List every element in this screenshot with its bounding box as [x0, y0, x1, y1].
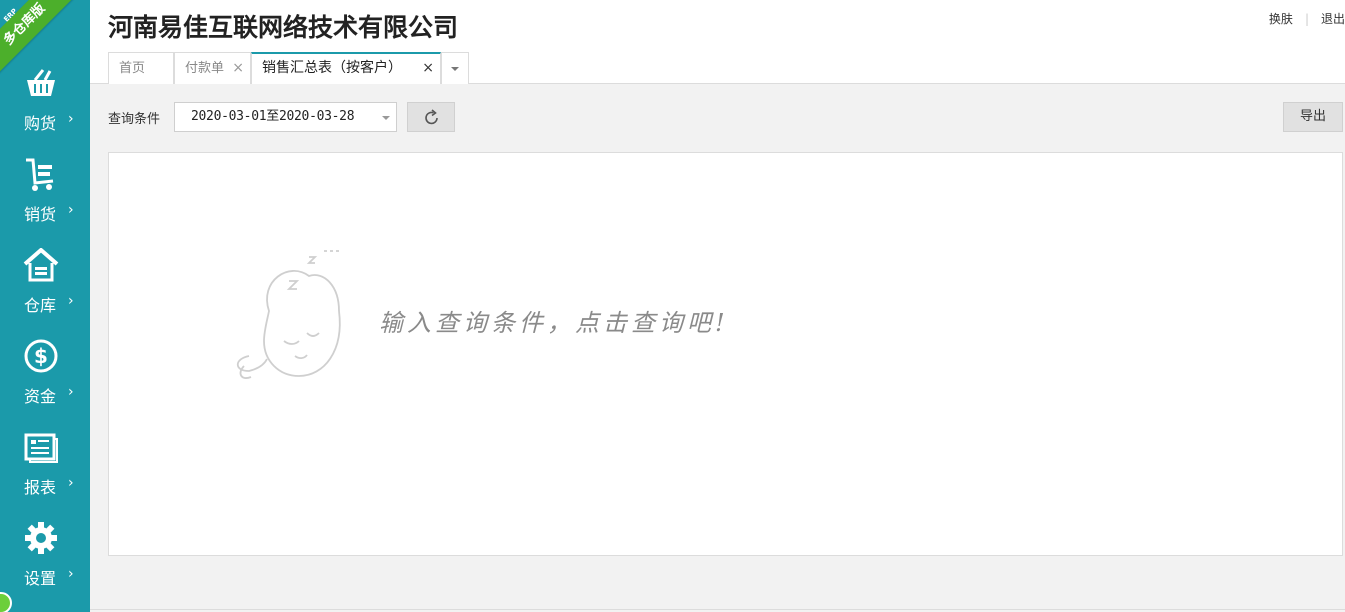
date-range-select[interactable]: 2020-03-01至2020-03-28: [174, 102, 397, 132]
tab-label: 销售汇总表（按客户）: [262, 60, 402, 76]
sidebar-item-purchase[interactable]: 购货 ›: [0, 66, 90, 146]
tab-payment[interactable]: 付款单 ×: [174, 52, 251, 84]
tab-sales-summary[interactable]: 销售汇总表（按客户） ×: [251, 52, 441, 84]
chevron-right-icon: ›: [68, 475, 74, 491]
sidebar-item-label: 仓库: [24, 296, 57, 315]
refresh-button[interactable]: [407, 102, 455, 132]
sidebar-item-label: 购货: [24, 114, 57, 133]
tab-label: 付款单: [185, 61, 225, 76]
chevron-right-icon: ›: [68, 384, 74, 400]
svg-text:$: $: [34, 344, 48, 368]
chevron-right-icon: ›: [68, 293, 74, 309]
dollar-icon: $: [24, 339, 58, 373]
top-links: 换肤 | 退出: [1269, 10, 1345, 27]
export-button[interactable]: 导出: [1283, 102, 1343, 132]
sidebar-item-reports[interactable]: 报表 ›: [0, 430, 90, 510]
tab-home[interactable]: 首页: [108, 52, 174, 84]
sidebar-item-sales[interactable]: 销货 ›: [0, 157, 90, 237]
chevron-right-icon: ›: [68, 202, 74, 218]
refresh-icon: [425, 109, 438, 125]
report-icon: [24, 433, 58, 463]
footer-divider: [90, 609, 1345, 610]
warehouse-icon: [23, 248, 59, 282]
sidebar: ERP 多仓库版 购货 › 销货 › 仓库 › $ 资金 › 报表 › 设置 ›: [0, 0, 90, 612]
tab-label: 首页: [119, 61, 146, 76]
sidebar-item-warehouse[interactable]: 仓库 ›: [0, 248, 90, 328]
query-label: 查询条件: [108, 112, 161, 127]
sidebar-item-funds[interactable]: $ 资金 ›: [0, 339, 90, 419]
gear-icon: [25, 522, 57, 554]
ribbon-label: 多仓库版: [0, 0, 49, 49]
sidebar-item-label: 报表: [24, 478, 57, 497]
logout-link[interactable]: 退出: [1321, 12, 1345, 26]
close-icon[interactable]: ×: [422, 54, 434, 82]
link-divider: |: [1304, 12, 1309, 26]
company-title: 河南易佳互联网络技术有限公司: [108, 13, 459, 42]
close-icon[interactable]: ×: [232, 53, 244, 84]
results-panel: 输入查询条件，点击查询吧!: [108, 152, 1343, 556]
chevron-right-icon: ›: [68, 566, 74, 582]
edition-ribbon: ERP 多仓库版: [0, 0, 75, 75]
empty-state-message: 输入查询条件，点击查询吧!: [379, 309, 729, 337]
basket-icon: [27, 69, 55, 96]
sidebar-item-label: 设置: [24, 569, 57, 588]
tab-dropdown-button[interactable]: [441, 52, 469, 84]
chevron-right-icon: ›: [68, 111, 74, 127]
sleeping-mascot-icon: [236, 250, 341, 379]
skin-link[interactable]: 换肤: [1269, 12, 1293, 26]
sidebar-item-label: 资金: [24, 387, 57, 406]
sidebar-item-settings[interactable]: 设置 ›: [0, 521, 90, 601]
header: 河南易佳互联网络技术有限公司 换肤 | 退出 首页 付款单 × 销售汇总表（按客户）…: [90, 0, 1345, 84]
cart-icon: [26, 158, 54, 191]
sidebar-item-label: 销货: [24, 205, 57, 224]
app-root: ERP 多仓库版 购货 › 销货 › 仓库 › $ 资金 › 报表 › 设置 ›…: [0, 0, 1345, 612]
